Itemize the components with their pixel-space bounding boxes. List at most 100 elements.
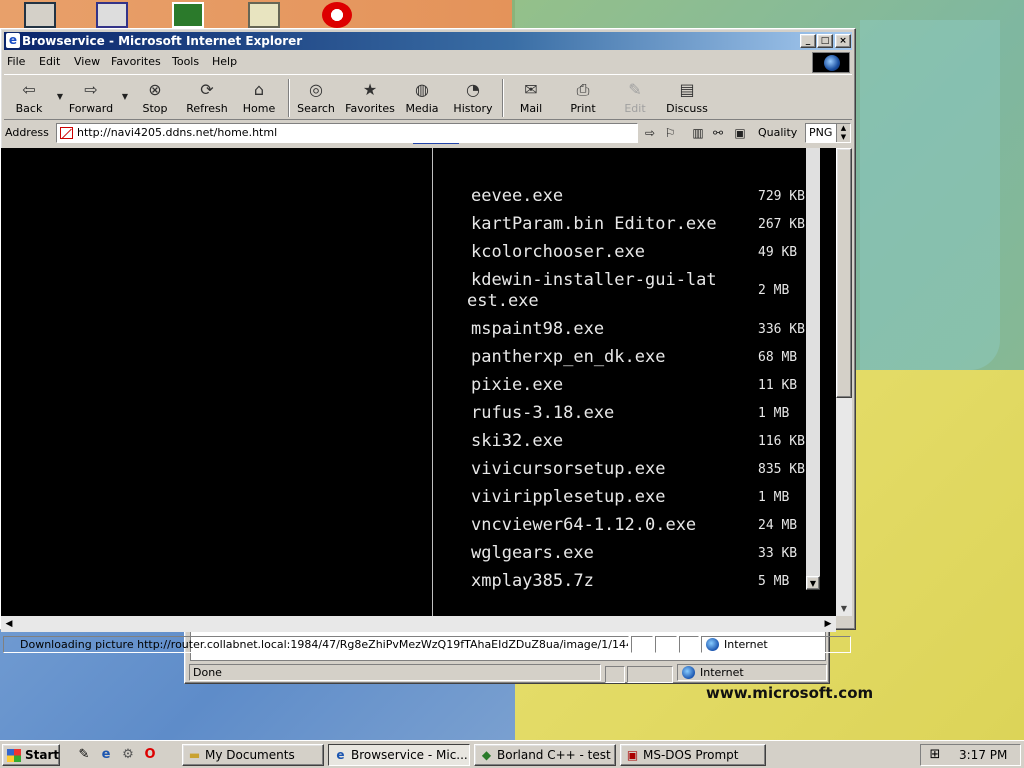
task-ms-dos[interactable]: ▣ MS-DOS Prompt: [620, 744, 766, 766]
network-tray-icon[interactable]: ⊞: [927, 747, 943, 763]
file-name[interactable]: rufus-3.18.exe: [471, 403, 614, 424]
scroll-left-icon[interactable]: ◀: [1, 616, 17, 632]
menu-tools[interactable]: Tools: [172, 55, 199, 68]
clipboard-icon[interactable]: ▣: [732, 125, 748, 141]
clock[interactable]: 3:17 PM: [959, 745, 1007, 765]
file-name[interactable]: eevee.exe: [471, 186, 563, 207]
microsoft-watermark: www.microsoft.com: [706, 684, 874, 702]
home-button[interactable]: ⌂ Home: [234, 77, 284, 119]
search-icon: ◎: [309, 80, 323, 99]
scroll-down-icon[interactable]: ▼: [806, 576, 820, 590]
status-bar: Downloading picture http://router.collab…: [1, 634, 854, 656]
bookmark-list-icon[interactable]: ▥: [690, 125, 706, 141]
history-icon: ◔: [466, 80, 480, 99]
document-icon[interactable]: [248, 2, 280, 28]
maximize-button[interactable]: □: [817, 34, 833, 48]
file-name[interactable]: ski32.exe: [471, 431, 563, 452]
show-desktop-icon[interactable]: ✎: [76, 747, 92, 763]
network-icon[interactable]: [96, 2, 128, 28]
address-bar: Address http://navi4205.ddns.net/home.ht…: [4, 121, 852, 145]
edit-button[interactable]: ✎ Edit: [610, 77, 660, 119]
menu-file[interactable]: File: [7, 55, 25, 68]
mail-button[interactable]: ✉ Mail: [506, 77, 556, 119]
status-panel: [655, 636, 677, 653]
file-name[interactable]: pantherxp_en_dk.exe: [471, 347, 665, 368]
ie-quicklaunch-icon[interactable]: e: [98, 747, 114, 763]
panel-divider: [432, 148, 433, 616]
opera-icon[interactable]: [322, 2, 352, 28]
ms-dos-icon: ▣: [626, 748, 639, 762]
file-name[interactable]: vivicursorsetup.exe: [471, 459, 665, 480]
file-name-continued[interactable]: est.exe: [467, 291, 539, 312]
history-button[interactable]: ◔ History: [448, 77, 498, 119]
menu-favorites[interactable]: Favorites: [111, 55, 161, 68]
status-panel: [627, 666, 673, 683]
scroll-down-icon[interactable]: ▼: [836, 602, 852, 616]
browser-window[interactable]: e Browservice - Microsoft Internet Explo…: [0, 28, 856, 653]
file-name[interactable]: pixie.exe: [471, 375, 563, 396]
computer-icon: [682, 666, 695, 679]
file-name[interactable]: kartParam.bin Editor.exe: [471, 214, 717, 235]
task-label: Browservice - Mic...: [351, 748, 468, 762]
standard-toolbar: ⇦ Back ▼ ⇨ Forward ▼ ⊗ Stop ⟳ Refresh ⌂ Home …: [4, 74, 852, 120]
discuss-icon: ▤: [679, 80, 695, 99]
task-label: My Documents: [205, 748, 295, 762]
forward-arrow-icon: ⇨: [84, 80, 98, 99]
favorites-button[interactable]: ★ Favorites: [343, 77, 397, 119]
go-arrow-icon[interactable]: ⇨: [642, 125, 658, 141]
favorites-icon: ★: [362, 80, 378, 99]
home-icon: ⌂: [253, 80, 265, 99]
refresh-button[interactable]: ⟳ Refresh: [182, 77, 232, 119]
file-name[interactable]: wglgears.exe: [471, 543, 594, 564]
address-url: http://navi4205.ddns.net/home.html: [77, 126, 278, 139]
address-input[interactable]: http://navi4205.ddns.net/home.html: [56, 123, 638, 144]
quality-select[interactable]: PNG ▲ ▼: [805, 123, 851, 143]
scrollbar-thumb[interactable]: [836, 148, 852, 398]
menu-edit[interactable]: Edit: [39, 55, 60, 68]
find-icon[interactable]: ⚯: [710, 125, 726, 141]
file-name[interactable]: mspaint98.exe: [471, 319, 604, 340]
spinner-arrows-icon[interactable]: ▲ ▼: [836, 124, 850, 142]
close-button[interactable]: ×: [835, 34, 851, 48]
start-label: Start: [25, 748, 60, 762]
file-list-scrollbar[interactable]: ▼: [806, 148, 820, 590]
file-size: 68 MB: [758, 350, 798, 365]
desktop-wallpaper-panel: [860, 20, 1000, 370]
file-name[interactable]: xmplay385.7z: [471, 571, 594, 592]
my-computer-icon[interactable]: [24, 2, 56, 28]
task-borland[interactable]: ◆ Borland C++ - test: [474, 744, 616, 766]
file-name[interactable]: kcolorchooser.exe: [471, 242, 645, 263]
broken-image-icon: [60, 127, 73, 139]
print-button[interactable]: ⎙ Print: [558, 77, 608, 119]
borland-icon: ◆: [481, 748, 492, 762]
menu-view[interactable]: View: [74, 55, 100, 68]
bookmark-icon[interactable]: ⚐: [662, 125, 678, 141]
file-name[interactable]: vncviewer64-1.12.0.exe: [471, 515, 696, 536]
start-button[interactable]: Start: [2, 744, 60, 766]
opera-quicklaunch-icon[interactable]: O: [142, 747, 158, 763]
quality-value: PNG: [809, 126, 833, 139]
ie-logo-icon: e: [6, 33, 20, 48]
back-button[interactable]: ⇦ Back: [4, 77, 54, 119]
search-button[interactable]: ◎ Search: [291, 77, 341, 119]
vertical-scrollbar[interactable]: ▼: [836, 148, 852, 616]
menu-help[interactable]: Help: [212, 55, 237, 68]
file-name[interactable]: kdewin-installer-gui-lat: [471, 270, 717, 291]
discuss-button[interactable]: ▤ Discuss: [662, 77, 712, 119]
page-content[interactable]: eevee.exe 729 KB kartParam.bin Editor.ex…: [1, 148, 852, 616]
network-quicklaunch-icon[interactable]: ⚙: [120, 747, 136, 763]
task-my-documents[interactable]: ▬ My Documents: [182, 744, 324, 766]
file-name[interactable]: viviripplesetup.exe: [471, 487, 665, 508]
stop-button[interactable]: ⊗ Stop: [130, 77, 180, 119]
media-button[interactable]: ◍ Media: [397, 77, 447, 119]
excel-icon[interactable]: [172, 2, 204, 28]
file-size: 336 KB: [758, 322, 805, 337]
title-bar[interactable]: e Browservice - Microsoft Internet Explo…: [4, 32, 852, 50]
taskbar: Start ✎ e ⚙ O ▬ My Documents e Browservi…: [0, 740, 1024, 768]
file-size: 729 KB: [758, 189, 805, 204]
scroll-right-icon[interactable]: ▶: [820, 616, 836, 632]
horizontal-scrollbar[interactable]: ◀ ▶: [1, 616, 836, 632]
minimize-button[interactable]: _: [800, 34, 816, 48]
task-browservice[interactable]: e Browservice - Mic...: [328, 744, 470, 766]
forward-button[interactable]: ⇨ Forward: [66, 77, 116, 119]
